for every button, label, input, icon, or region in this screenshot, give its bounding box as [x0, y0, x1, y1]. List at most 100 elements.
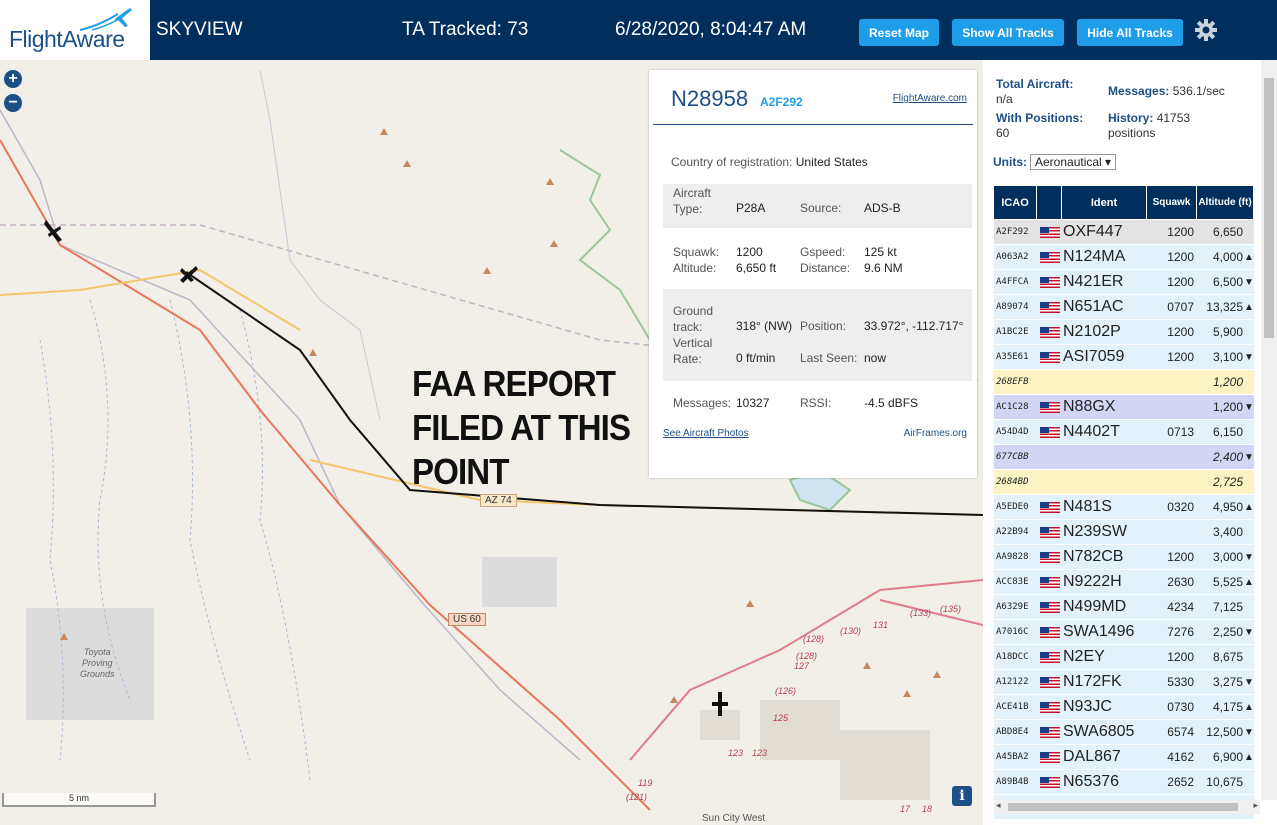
- row-altitude: 1,200: [1212, 375, 1243, 389]
- row-altitude: 1,200 ▼: [1212, 400, 1254, 414]
- show-all-tracks-button[interactable]: Show All Tracks: [952, 19, 1064, 46]
- table-row[interactable]: AC1C28 N88GX 1,200 ▼: [994, 395, 1254, 420]
- popup-position: 33.972°, -112.717°: [864, 319, 964, 333]
- row-ident: N421ER: [1063, 273, 1124, 290]
- table-row[interactable]: AA9828 N782CB 1200 3,000 ▼: [994, 545, 1254, 570]
- map-scale-bar: 5 nm: [2, 793, 156, 807]
- table-row[interactable]: A18DCC N2EY 1200 8,675: [994, 645, 1254, 670]
- table-row[interactable]: 677CBB 2,400 ▼: [994, 445, 1254, 470]
- aircraft-panel: Total Aircraft: n/a Messages: 536.1/sec W…: [983, 60, 1277, 825]
- table-row[interactable]: A12122 N172FK 5330 3,275 ▼: [994, 670, 1254, 695]
- table-row[interactable]: A2F292 OXF447 1200 6,650: [994, 220, 1254, 245]
- az74-shield: AZ 74: [480, 494, 517, 507]
- table-row[interactable]: 268EFB 1,200: [994, 370, 1254, 395]
- row-ident: [1062, 445, 1147, 470]
- row-ident: SWA1496: [1063, 623, 1135, 640]
- row-altitude: 6,900 ▲: [1212, 750, 1254, 764]
- trend-arrow-icon: ▼: [1244, 626, 1254, 638]
- route-label: 123: [728, 748, 744, 758]
- table-row[interactable]: A5EDE0 N481S 0320 4,950 ▲: [994, 495, 1254, 520]
- plane-logo-icon: [79, 8, 132, 31]
- row-altitude: 2,725: [1212, 475, 1243, 489]
- table-row[interactable]: A89074 N651AC 0707 13,325 ▲: [994, 295, 1254, 320]
- table-row[interactable]: A22B94 N239SW 3,400: [994, 520, 1254, 545]
- col-altitude[interactable]: Altitude (ft): [1197, 186, 1254, 219]
- hide-all-tracks-button[interactable]: Hide All Tracks: [1077, 19, 1183, 46]
- row-ident: N481S: [1063, 498, 1112, 515]
- zoom-out-button[interactable]: −: [4, 94, 22, 112]
- row-altitude: 10,675: [1206, 775, 1243, 789]
- trend-arrow-icon: ▼: [1244, 551, 1254, 563]
- row-icao: A89074: [996, 302, 1029, 312]
- table-row[interactable]: 2684BD 2,725: [994, 470, 1254, 495]
- aircraft-table: A2F292 OXF447 1200 6,650 A063A2 N124MA 1200 4,0…: [994, 220, 1254, 820]
- popup-altitude: 6,650 ft: [736, 261, 777, 275]
- col-ident[interactable]: Ident: [1062, 186, 1147, 219]
- row-squawk: 0320: [1167, 500, 1194, 514]
- row-icao: A2F292: [996, 227, 1029, 237]
- airframes-link[interactable]: AirFrames.org: [904, 428, 967, 439]
- table-row[interactable]: A54D4D N4402T 0713 6,150: [994, 420, 1254, 445]
- info-button[interactable]: i: [952, 786, 972, 806]
- row-flag: [1037, 320, 1062, 345]
- row-ident: DAL867: [1063, 748, 1121, 765]
- horizontal-scrollbar[interactable]: ◂ ▸: [994, 800, 1260, 814]
- scrollbar-thumb[interactable]: [1008, 803, 1238, 811]
- us-flag-icon: [1039, 326, 1060, 338]
- col-icao[interactable]: ICAO: [994, 186, 1037, 219]
- table-row[interactable]: A7016C SWA1496 7276 2,250 ▼: [994, 620, 1254, 645]
- aircraft-photos-link[interactable]: See Aircraft Photos: [663, 428, 749, 439]
- row-flag: [1037, 570, 1062, 595]
- row-icao: A35E61: [996, 352, 1029, 362]
- aircraft-icon[interactable]: [180, 266, 198, 283]
- col-flag[interactable]: [1037, 186, 1062, 219]
- vertical-scrollbar[interactable]: [1261, 60, 1277, 800]
- table-row[interactable]: ACE41B N93JC 0730 4,175 ▲: [994, 695, 1254, 720]
- flightaware-link[interactable]: FlightAware.com: [893, 93, 967, 104]
- reset-map-button[interactable]: Reset Map: [859, 19, 939, 46]
- table-row[interactable]: A45BA2 DAL867 4162 6,900 ▲: [994, 745, 1254, 770]
- datetime: 6/28/2020, 8:04:47 AM: [615, 19, 807, 40]
- row-altitude: 4,175 ▲: [1212, 700, 1254, 714]
- table-row[interactable]: A4FFCA N421ER 1200 6,500 ▼: [994, 270, 1254, 295]
- scrollbar-thumb[interactable]: [1264, 78, 1274, 338]
- row-ident: ASI7059: [1063, 348, 1125, 365]
- flightaware-logo[interactable]: FlightAware: [0, 0, 150, 60]
- zoom-in-button[interactable]: +: [4, 70, 22, 88]
- sun-city-label: Sun City West: [702, 813, 766, 824]
- table-row[interactable]: A89B4B N65376 2652 10,675: [994, 770, 1254, 795]
- table-row[interactable]: A6329E N499MD 4234 7,125: [994, 595, 1254, 620]
- table-row[interactable]: A1BC2E N2102P 1200 5,900: [994, 320, 1254, 345]
- row-flag: [1037, 295, 1062, 320]
- row-squawk: [1147, 470, 1197, 495]
- row-icao: A54D4D: [996, 427, 1029, 437]
- popup-vertical-rate: 0 ft/min: [736, 351, 776, 365]
- row-squawk: 1200: [1167, 650, 1194, 664]
- popup-ground-track: 318° (NW): [736, 319, 793, 333]
- table-row[interactable]: A35E61 ASI7059 1200 3,100 ▼: [994, 345, 1254, 370]
- gear-icon[interactable]: [1194, 18, 1218, 42]
- trend-arrow-icon: ▲: [1244, 251, 1254, 263]
- table-row[interactable]: ABD8E4 SWA6805 6574 12,500 ▼: [994, 720, 1254, 745]
- row-icao: 2684BD: [996, 477, 1029, 487]
- us-flag-icon: [1039, 651, 1060, 663]
- row-flag: [1037, 645, 1062, 670]
- row-ident: N2EY: [1063, 648, 1105, 665]
- table-row[interactable]: ACC83E N9222H 2630 5,525 ▲: [994, 570, 1254, 595]
- route-label: (126): [775, 686, 797, 696]
- row-icao: A5EDE0: [996, 502, 1029, 512]
- row-ident: SWA6805: [1063, 723, 1135, 740]
- col-squawk[interactable]: Squawk: [1147, 186, 1197, 219]
- row-flag: [1037, 220, 1062, 245]
- row-flag: [1037, 245, 1062, 270]
- row-icao: A1BC2E: [996, 327, 1029, 337]
- us-flag-icon: [1039, 601, 1060, 613]
- units-dropdown[interactable]: Aeronautical ▾: [1030, 154, 1117, 170]
- table-row[interactable]: A063A2 N124MA 1200 4,000 ▲: [994, 245, 1254, 270]
- row-ident: N782CB: [1063, 548, 1124, 565]
- row-altitude: 3,275 ▼: [1212, 675, 1254, 689]
- row-ident: [1062, 370, 1147, 395]
- row-altitude: 8,675: [1212, 650, 1243, 664]
- row-icao: 268EFB: [996, 377, 1029, 387]
- row-ident: [1062, 470, 1147, 495]
